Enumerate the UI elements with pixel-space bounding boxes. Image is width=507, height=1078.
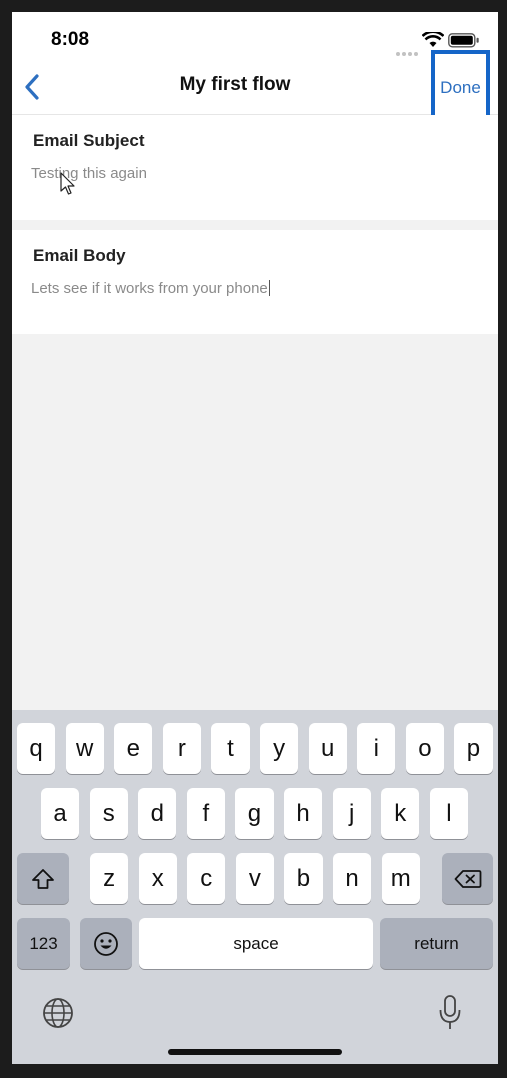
microphone-icon[interactable] bbox=[438, 994, 462, 1032]
key-y[interactable]: y bbox=[260, 723, 299, 774]
mouse-pointer-icon bbox=[60, 172, 75, 195]
email-body-input[interactable]: Lets see if it works from your phone bbox=[31, 280, 268, 297]
email-subject-label: Email Subject bbox=[33, 131, 145, 150]
key-r[interactable]: r bbox=[162, 723, 201, 774]
email-body-field[interactable]: Email Body Lets see if it works from you… bbox=[12, 230, 498, 334]
emoji-icon bbox=[94, 931, 118, 956]
space-key[interactable]: space bbox=[139, 918, 373, 969]
key-f[interactable]: f bbox=[186, 788, 225, 839]
key-c[interactable]: c bbox=[187, 853, 226, 904]
numbers-key[interactable]: 123 bbox=[17, 918, 70, 969]
delete-key[interactable] bbox=[442, 853, 493, 904]
home-indicator bbox=[168, 1049, 342, 1055]
done-highlight-box: Done bbox=[431, 50, 490, 124]
shift-icon bbox=[32, 868, 54, 889]
shift-key[interactable] bbox=[17, 853, 69, 904]
key-h[interactable]: h bbox=[284, 788, 323, 839]
key-a[interactable]: a bbox=[41, 788, 80, 839]
email-body-label: Email Body bbox=[33, 246, 126, 265]
key-i[interactable]: i bbox=[357, 723, 396, 774]
email-subject-field[interactable]: Email Subject Testing this again bbox=[12, 115, 498, 220]
key-t[interactable]: t bbox=[211, 723, 250, 774]
key-u[interactable]: u bbox=[308, 723, 347, 774]
status-bar: 8:08 bbox=[12, 12, 498, 60]
key-k[interactable]: k bbox=[381, 788, 420, 839]
key-g[interactable]: g bbox=[235, 788, 274, 839]
key-v[interactable]: v bbox=[235, 853, 274, 904]
key-j[interactable]: j bbox=[332, 788, 371, 839]
page-title: My first flow bbox=[179, 74, 291, 95]
key-o[interactable]: o bbox=[405, 723, 444, 774]
key-s[interactable]: s bbox=[89, 788, 128, 839]
key-z[interactable]: z bbox=[90, 853, 129, 904]
email-body-input-wrap[interactable]: Lets see if it works from your phone bbox=[31, 280, 270, 297]
email-subject-input[interactable]: Testing this again bbox=[31, 165, 147, 182]
wifi-icon bbox=[422, 32, 444, 47]
globe-icon[interactable] bbox=[42, 997, 74, 1029]
text-cursor bbox=[268, 280, 270, 296]
phone-screen: 8:08 My first flow Done Email Subject Te… bbox=[12, 12, 498, 1064]
key-b[interactable]: b bbox=[284, 853, 323, 904]
backspace-icon bbox=[454, 869, 481, 888]
key-n[interactable]: n bbox=[333, 853, 372, 904]
navigation-bar: My first flow Done bbox=[12, 50, 498, 124]
done-button[interactable]: Done bbox=[435, 78, 486, 98]
key-x[interactable]: x bbox=[138, 853, 177, 904]
key-p[interactable]: p bbox=[454, 723, 493, 774]
battery-icon bbox=[448, 33, 479, 48]
key-m[interactable]: m bbox=[381, 853, 420, 904]
signal-icon bbox=[396, 43, 420, 61]
key-l[interactable]: l bbox=[429, 788, 468, 839]
key-e[interactable]: e bbox=[114, 723, 153, 774]
status-clock: 8:08 bbox=[51, 29, 90, 50]
key-q[interactable]: q bbox=[17, 723, 56, 774]
on-screen-keyboard: qwertyuiop asdfghjkl zxcvbnm 123 space r… bbox=[12, 710, 498, 1064]
key-w[interactable]: w bbox=[65, 723, 104, 774]
emoji-key[interactable] bbox=[80, 918, 132, 969]
key-d[interactable]: d bbox=[138, 788, 177, 839]
return-key[interactable]: return bbox=[380, 918, 493, 969]
